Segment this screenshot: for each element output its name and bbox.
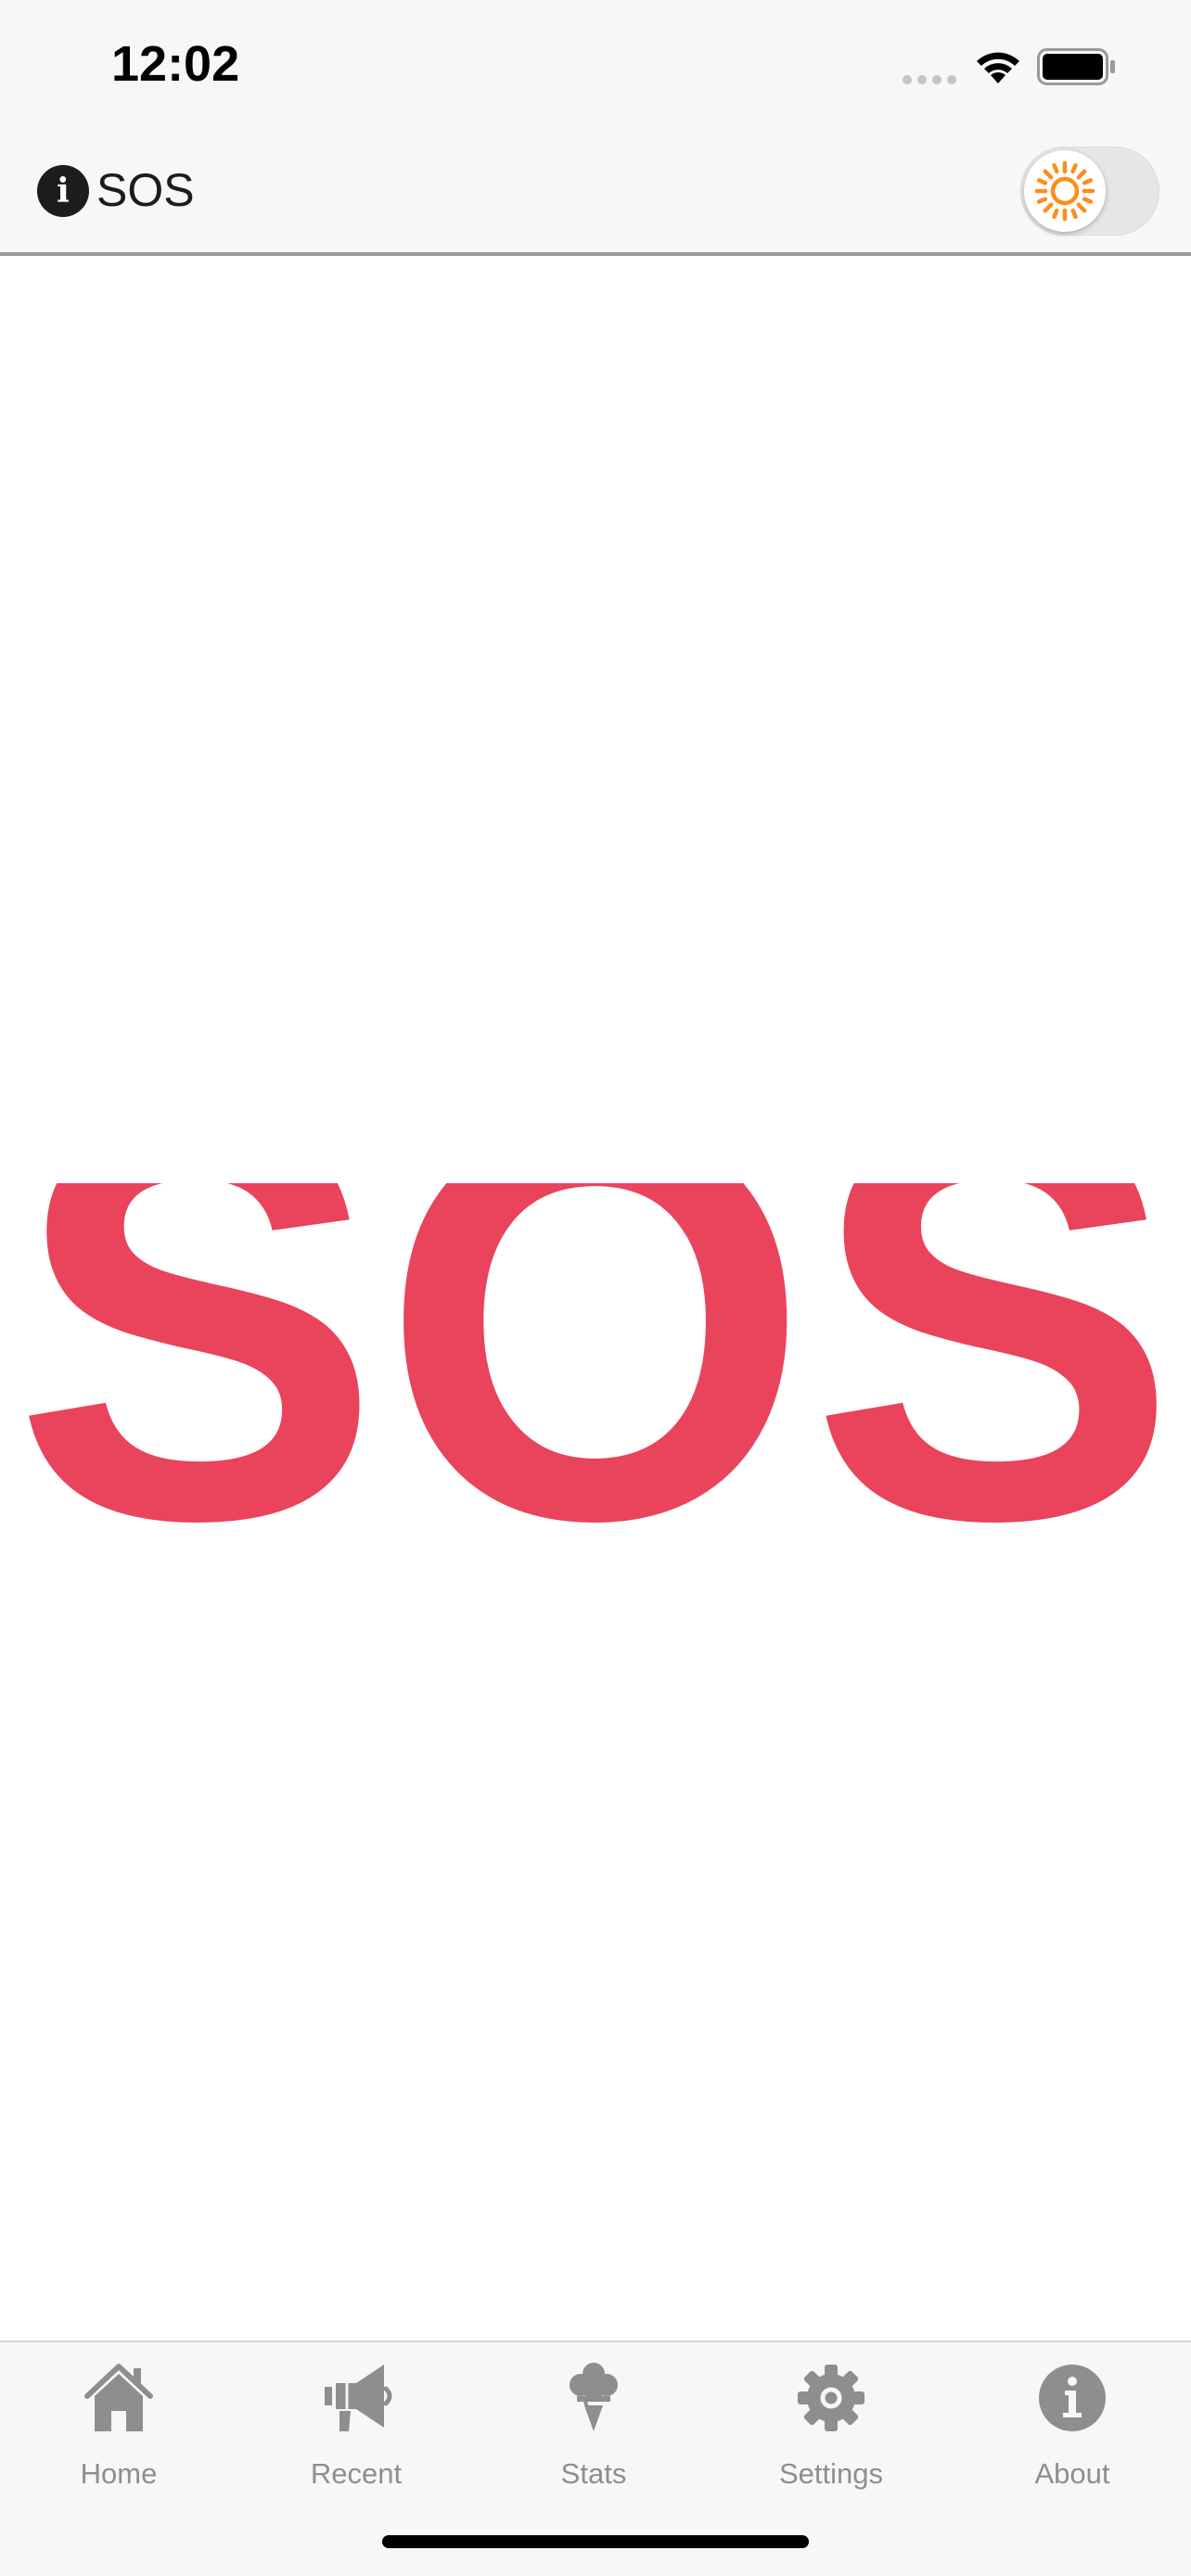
home-indicator[interactable] bbox=[382, 2535, 809, 2548]
sos-display[interactable]: SOS bbox=[0, 1183, 1191, 1647]
status-time: 12:02 bbox=[111, 36, 240, 92]
tab-about[interactable]: About bbox=[954, 2342, 1191, 2500]
app-screen: 12:02 i SOS SOS Home Recent Stats Settin… bbox=[0, 0, 1191, 2576]
tab-recent[interactable]: Recent bbox=[237, 2342, 475, 2500]
gear-icon bbox=[798, 2365, 864, 2431]
status-bar: 12:02 bbox=[0, 0, 1191, 137]
tab-home[interactable]: Home bbox=[0, 2342, 237, 2500]
tab-stats[interactable]: Stats bbox=[475, 2342, 712, 2500]
nav-header: i SOS bbox=[0, 137, 1191, 256]
megaphone-icon bbox=[325, 2365, 392, 2431]
info-icon[interactable]: i bbox=[37, 165, 89, 217]
battery-icon bbox=[1037, 48, 1115, 85]
tab-label: About bbox=[1034, 2457, 1110, 2490]
theme-toggle[interactable] bbox=[1020, 147, 1159, 236]
tab-label: Recent bbox=[310, 2457, 403, 2490]
ice-cream-icon bbox=[570, 2363, 618, 2431]
wifi-icon bbox=[977, 52, 1019, 83]
info-icon bbox=[1039, 2365, 1106, 2431]
tab-settings[interactable]: Settings bbox=[712, 2342, 950, 2500]
cellular-signal-icon bbox=[903, 75, 956, 84]
home-icon bbox=[84, 2364, 153, 2431]
toggle-knob bbox=[1024, 150, 1106, 232]
tab-label: Settings bbox=[778, 2457, 883, 2490]
tab-label: Home bbox=[80, 2457, 158, 2490]
main-content: SOS bbox=[0, 256, 1191, 2340]
tab-label: Stats bbox=[560, 2457, 627, 2490]
sos-text: SOS bbox=[13, 1183, 1178, 1638]
page-title: SOS bbox=[96, 164, 195, 216]
sun-icon bbox=[1034, 160, 1095, 222]
